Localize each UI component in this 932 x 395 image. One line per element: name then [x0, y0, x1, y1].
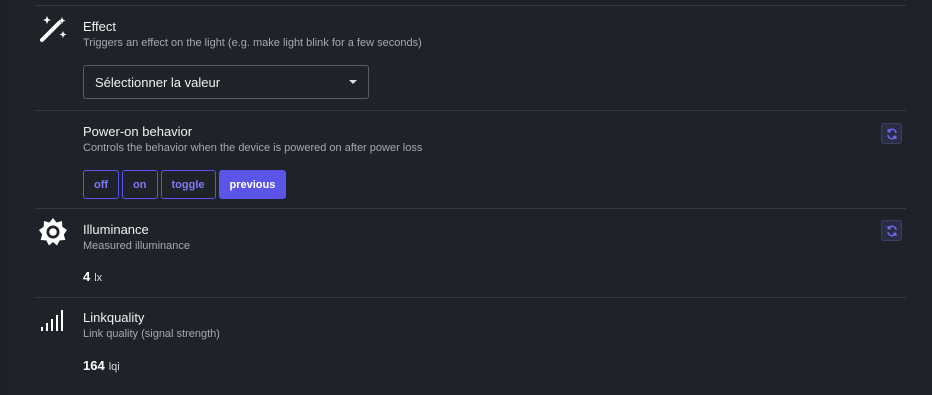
illuminance-refresh-button[interactable] — [881, 220, 902, 241]
divider — [35, 297, 906, 298]
linkquality-unit: lqi — [108, 361, 120, 373]
power-on-description: Controls the behavior when the device is… — [83, 142, 423, 154]
power-on-options: off on toggle previous — [83, 170, 287, 199]
refresh-icon — [886, 225, 897, 236]
chevron-down-icon — [349, 80, 357, 84]
effect-description: Triggers an effect on the light (e.g. ma… — [83, 37, 422, 49]
effect-select[interactable]: Sélectionner la valeur — [83, 65, 369, 99]
power-on-refresh-button[interactable] — [881, 123, 902, 144]
divider — [35, 110, 906, 111]
divider — [35, 208, 906, 209]
refresh-icon — [886, 128, 897, 139]
option-on-button[interactable]: on — [122, 170, 158, 199]
linkquality-value: 164 lqi — [83, 358, 120, 373]
magic-wand-icon — [40, 16, 67, 42]
illuminance-description: Measured illuminance — [83, 240, 190, 252]
illuminance-title: Illuminance — [83, 222, 149, 237]
illuminance-value: 4 lx — [83, 269, 102, 284]
illuminance-number: 4 — [83, 269, 91, 284]
illuminance-unit: lx — [94, 272, 103, 284]
power-on-title: Power-on behavior — [83, 124, 193, 139]
effect-select-value: Sélectionner la valeur — [95, 74, 221, 90]
linkquality-number: 164 — [83, 358, 105, 373]
option-previous-button[interactable]: previous — [218, 170, 287, 199]
effect-title: Effect — [83, 19, 117, 34]
option-off-button[interactable]: off — [83, 170, 120, 199]
linkquality-description: Link quality (signal strength) — [83, 328, 220, 340]
sun-icon — [39, 218, 67, 246]
signal-icon — [41, 310, 63, 331]
option-toggle-button[interactable]: toggle — [160, 170, 216, 199]
divider — [35, 5, 906, 6]
linkquality-title: Linkquality — [83, 310, 145, 325]
